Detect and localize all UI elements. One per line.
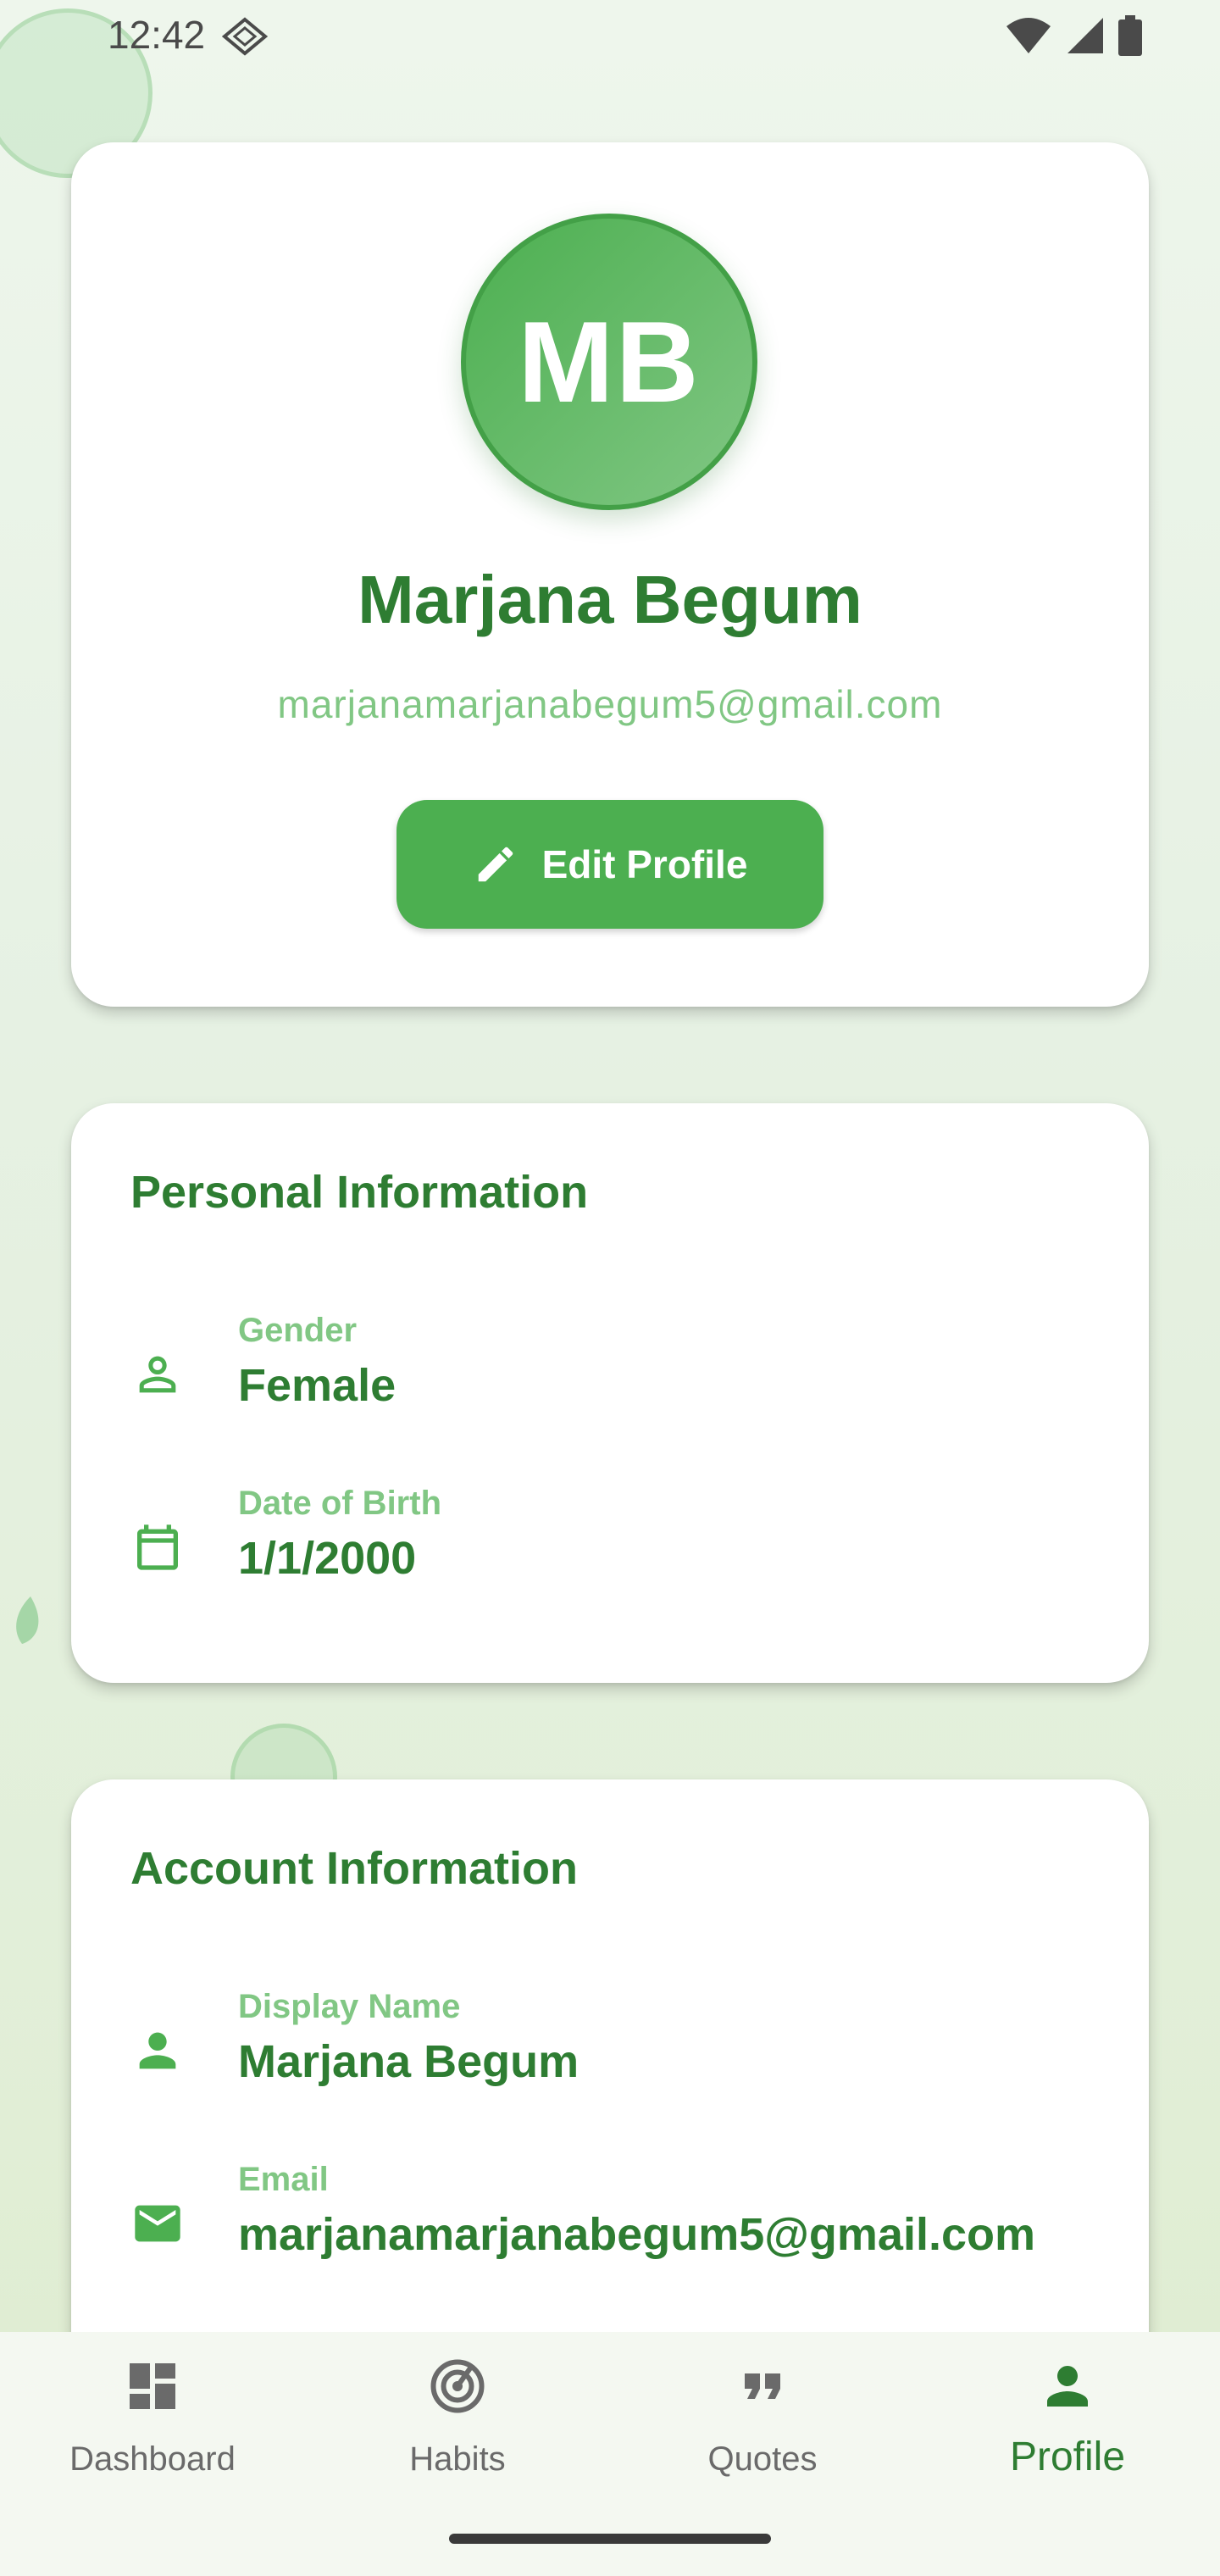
battery-icon [1118, 15, 1142, 56]
quotes-icon [745, 2373, 780, 2399]
info-row-date-of-birth: Date of Birth 1/1/2000 [71, 1485, 1149, 1620]
status-icons [1005, 15, 1142, 56]
nav-label: Dashboard [69, 2440, 236, 2478]
info-row-gender: Gender Female [71, 1312, 1149, 1447]
nfc-icon [222, 17, 268, 56]
info-value: Marjana Begum [238, 2036, 580, 2087]
nav-label: Habits [409, 2440, 506, 2478]
habits-icon [430, 2359, 485, 2413]
calendar-icon [137, 1524, 178, 1570]
info-row-email: Email marjanamarjanabegum5@gmail.com [71, 2161, 1149, 2296]
profile-name: Marjana Begum [358, 562, 862, 637]
info-row-display-name: Display Name Marjana Begum [71, 1988, 1149, 2124]
nav-item-profile[interactable]: Profile [915, 2332, 1220, 2527]
status-bar: 12:42 [0, 0, 1220, 73]
signal-icon [1068, 18, 1103, 53]
wifi-icon [1006, 18, 1051, 53]
personal-information-card: Personal Information Gender Female Date … [71, 1103, 1149, 1683]
profile-icon [1047, 2366, 1088, 2407]
status-time: 12:42 [108, 13, 206, 57]
mail-icon [135, 2205, 180, 2242]
profile-card: MB Marjana Begum marjanamarjanabegum5@gm… [71, 142, 1149, 1007]
section-title: Account Information [130, 1843, 578, 1894]
dashboard-icon [130, 2363, 175, 2409]
edit-profile-label: Edit Profile [541, 842, 748, 886]
home-indicator[interactable] [449, 2534, 771, 2544]
edit-profile-button[interactable]: Edit Profile [396, 800, 824, 929]
info-value: 1/1/2000 [238, 1533, 417, 1584]
info-value: Female [238, 1360, 396, 1411]
leaf-icon [16, 1596, 39, 1644]
person-icon [139, 2032, 176, 2069]
avatar: MB [461, 214, 757, 510]
pencil-icon [478, 847, 513, 882]
avatar-initials: MB [518, 297, 701, 426]
info-label: Email [238, 2161, 329, 2198]
profile-email: marjanamarjanabegum5@gmail.com [277, 682, 943, 726]
nav-item-dashboard[interactable]: Dashboard [0, 2332, 305, 2527]
nav-label: Profile [1009, 2434, 1126, 2479]
info-label: Date of Birth [238, 1485, 441, 1522]
info-value: marjanamarjanabegum5@gmail.com [238, 2209, 1035, 2260]
section-title: Personal Information [130, 1167, 589, 1218]
nav-item-quotes[interactable]: Quotes [610, 2332, 915, 2527]
info-label: Display Name [238, 1988, 461, 2025]
nav-label: Quotes [707, 2440, 818, 2478]
person-outline-icon [139, 1356, 176, 1393]
info-label: Gender [238, 1312, 358, 1349]
nav-item-habits[interactable]: Habits [305, 2332, 610, 2527]
